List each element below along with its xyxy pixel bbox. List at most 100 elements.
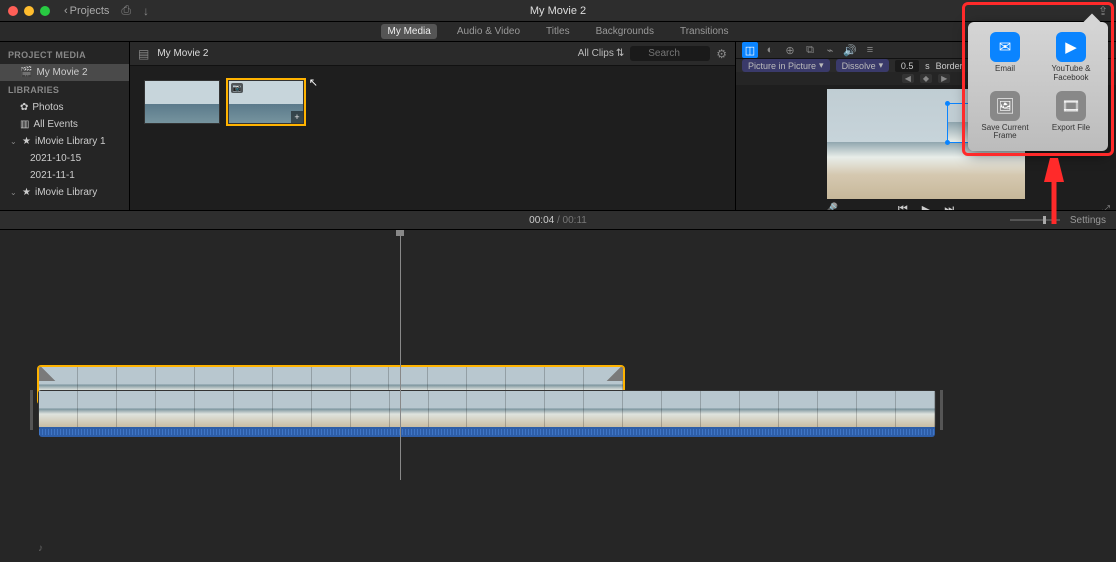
tab-backgrounds[interactable]: Backgrounds (590, 24, 660, 39)
share-youtube-facebook-button[interactable]: ▶ YouTube & Facebook (1040, 32, 1102, 83)
share-label: Export File (1052, 124, 1090, 133)
camera-icon: 📷 (231, 83, 243, 93)
sidebar-item-all-events[interactable]: ▥ All Events (0, 116, 129, 133)
share-popover: ✉ Email ▶ YouTube & Facebook 🖼 Save Curr… (968, 22, 1108, 151)
add-to-timeline-icon[interactable]: + (291, 111, 303, 123)
resize-handle[interactable] (945, 101, 950, 106)
chevron-down-icon: ▾ (819, 60, 824, 71)
media-thumbnail[interactable] (144, 80, 220, 124)
sidebar-item-label: All Events (33, 119, 77, 130)
primary-track-clip[interactable] (38, 390, 936, 428)
cursor-icon: ↖ (309, 76, 318, 89)
color-correction-icon[interactable]: ⊕ (782, 42, 798, 58)
titlebar: ‹ Projects ⎙ ↓ My Movie 2 ⇪ (0, 0, 1116, 22)
timeline-edge-right[interactable] (940, 390, 943, 430)
nav-center-icon[interactable]: ◆ (920, 74, 932, 83)
clapperboard-icon: 🎬 (20, 67, 32, 78)
dropdown-label: Dissolve (842, 61, 876, 71)
sidebar-item-photos[interactable]: ✿ Photos (0, 99, 129, 116)
media-browser-title: My Movie 2 (157, 48, 208, 59)
photos-icon: ✿ (20, 102, 28, 113)
sidebar-item-date-2[interactable]: 2021-11-1 (0, 167, 129, 184)
timeline[interactable]: ♪ (0, 230, 1116, 562)
window-controls (8, 6, 50, 16)
minimize-window-button[interactable] (24, 6, 34, 16)
chevron-down-icon[interactable]: ⌄ (10, 137, 18, 146)
back-label: Projects (70, 5, 110, 17)
annotation-arrow (1040, 158, 1068, 228)
seconds-label: s (925, 61, 930, 71)
star-icon: ★ (22, 187, 31, 198)
media-thumbnail[interactable]: 📷 + ↖ (228, 80, 304, 124)
sidebar-item-imovie-library-1[interactable]: ⌄ ★ iMovie Library 1 (0, 133, 129, 150)
music-track-icon[interactable]: ♪ (38, 543, 43, 554)
timeline-edge-left[interactable] (30, 390, 33, 430)
settings-button[interactable]: Settings (1070, 215, 1106, 226)
sidebar: PROJECT MEDIA 🎬 My Movie 2 LIBRARIES ✿ P… (0, 42, 130, 210)
maximize-window-button[interactable] (40, 6, 50, 16)
calendar-icon: ▥ (20, 119, 29, 130)
list-view-icon[interactable]: ▤ (138, 47, 149, 61)
overlay-type-dropdown[interactable]: Picture in Picture ▾ (742, 59, 830, 72)
sidebar-item-label: iMovie Library (35, 187, 97, 198)
image-icon: 🖼 (990, 91, 1020, 121)
back-to-projects-button[interactable]: ‹ Projects (64, 5, 109, 17)
sidebar-item-label: Photos (32, 102, 63, 113)
share-export-file-button[interactable]: 🎞 Export File (1040, 91, 1102, 142)
sidebar-section-project-media: PROJECT MEDIA (0, 46, 129, 64)
window-title: My Movie 2 (530, 5, 586, 17)
duration-field[interactable]: 0.5 (895, 60, 919, 72)
video-icon: ▶ (1056, 32, 1086, 62)
thumbnail-grid: 📷 + ↖ (130, 66, 735, 138)
color-balance-icon[interactable]: ◐ (762, 42, 778, 58)
email-icon: ✉ (990, 32, 1020, 62)
tab-transitions[interactable]: Transitions (674, 24, 735, 39)
share-label: YouTube & Facebook (1040, 65, 1102, 83)
share-label: Email (995, 65, 1015, 74)
stabilize-icon[interactable]: ⌁ (822, 42, 838, 58)
overlay-tool-icon[interactable]: ◫ (742, 42, 758, 58)
updown-icon: ⇅ (616, 48, 624, 59)
noise-icon[interactable]: ≡ (862, 42, 878, 58)
share-button[interactable]: ⇪ (1098, 4, 1108, 18)
resize-handle[interactable] (945, 140, 950, 145)
download-icon[interactable]: ↓ (143, 4, 149, 18)
sidebar-item-imovie-library[interactable]: ⌄ ★ iMovie Library (0, 184, 129, 201)
star-icon: ★ (22, 136, 31, 147)
audio-waveform[interactable] (39, 427, 935, 437)
dropdown-label: Picture in Picture (748, 61, 816, 71)
sidebar-item-my-movie[interactable]: 🎬 My Movie 2 (0, 64, 129, 81)
tab-audio-video[interactable]: Audio & Video (451, 24, 526, 39)
share-save-frame-button[interactable]: 🖼 Save Current Frame (974, 91, 1036, 142)
tab-titles[interactable]: Titles (540, 24, 576, 39)
timecode-display: 00:04 / 00:11 (529, 215, 587, 226)
trim-handle-left[interactable] (39, 367, 57, 381)
category-tabbar: My Media Audio & Video Titles Background… (0, 22, 1116, 42)
sidebar-item-label: iMovie Library 1 (35, 136, 106, 147)
nav-next-icon[interactable]: ▶ (938, 74, 950, 83)
transition-dropdown[interactable]: Dissolve ▾ (836, 59, 890, 72)
share-email-button[interactable]: ✉ Email (974, 32, 1036, 83)
main-row: PROJECT MEDIA 🎬 My Movie 2 LIBRARIES ✿ P… (0, 42, 1116, 210)
gear-icon[interactable]: ⚙ (716, 47, 727, 61)
volume-icon[interactable]: 🔊 (842, 42, 858, 58)
chevron-down-icon: ▾ (879, 60, 884, 71)
close-window-button[interactable] (8, 6, 18, 16)
titlebar-left: ‹ Projects ⎙ ↓ (64, 3, 149, 18)
current-time: 00:04 (529, 215, 554, 226)
trim-handle-right[interactable] (605, 367, 623, 381)
media-browser: ▤ My Movie 2 All Clips ⇅ ⚙ 📷 + ↖ (130, 42, 736, 210)
chevron-down-icon[interactable]: ⌄ (10, 188, 18, 197)
film-icon: 🎞 (1056, 91, 1086, 121)
chevron-left-icon: ‹ (64, 5, 68, 17)
sidebar-item-date-1[interactable]: 2021-10-15 (0, 150, 129, 167)
clip-filter-dropdown[interactable]: All Clips ⇅ (578, 48, 625, 59)
share-label: Save Current Frame (974, 124, 1036, 142)
timeline-header: 00:04 / 00:11 Settings (0, 210, 1116, 230)
crop-icon[interactable]: ⧉ (802, 42, 818, 58)
import-icon[interactable]: ⎙ (121, 3, 131, 18)
nav-prev-icon[interactable]: ◀ (902, 74, 914, 83)
tab-my-media[interactable]: My Media (381, 24, 436, 39)
playhead[interactable] (400, 230, 401, 480)
search-input[interactable] (630, 46, 710, 61)
